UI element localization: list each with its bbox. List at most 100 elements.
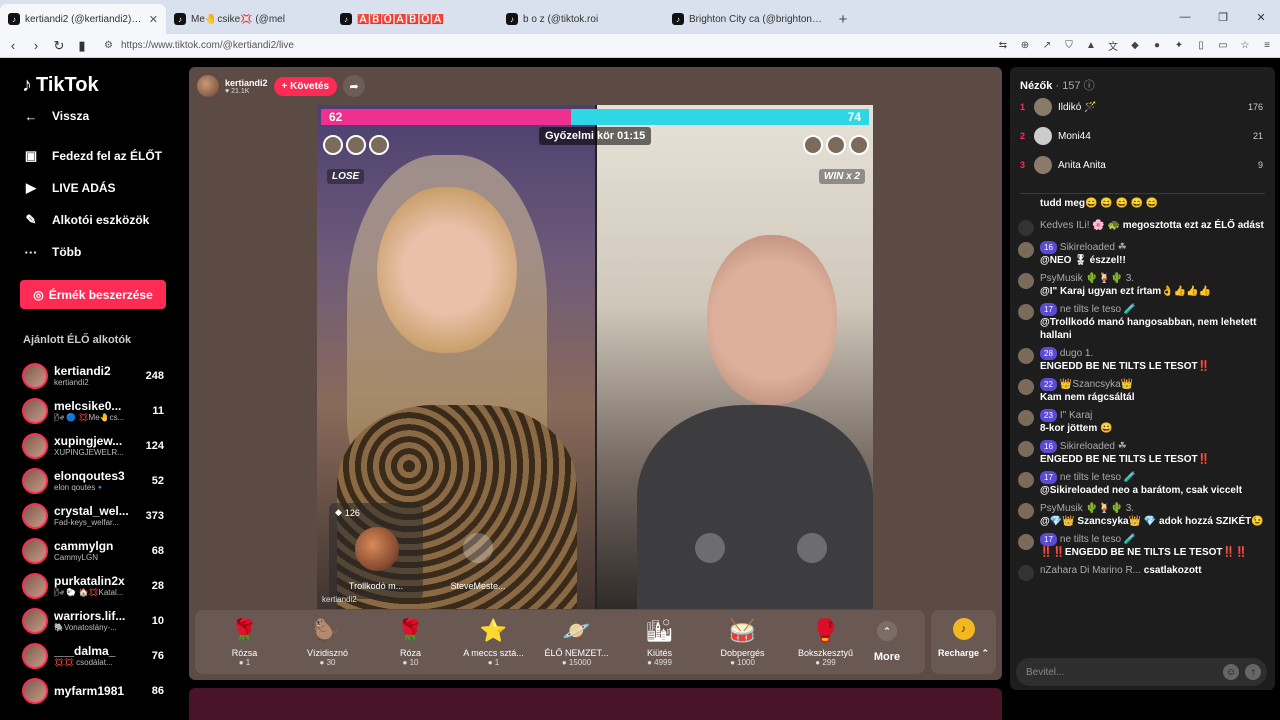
- cast-icon[interactable]: ⇆: [996, 38, 1010, 52]
- avatar[interactable]: [1018, 410, 1034, 426]
- zoom-icon[interactable]: ⊕: [1018, 38, 1032, 52]
- browser-tab[interactable]: ♪ Brighton City ca (@brighton.city) ÉLŐ: [664, 4, 830, 34]
- close-tab-icon[interactable]: ✕: [149, 13, 158, 26]
- next-live-preview[interactable]: [189, 688, 1002, 720]
- host-name[interactable]: kertiandi2: [225, 78, 268, 88]
- wallet-icon[interactable]: ▭: [1216, 38, 1230, 52]
- menu-icon[interactable]: ≡: [1260, 38, 1274, 52]
- message-user[interactable]: Sikireloaded ☘: [1060, 242, 1127, 253]
- site-settings-icon[interactable]: ⚙: [104, 40, 113, 51]
- message-user[interactable]: Sikireloaded ☘: [1060, 441, 1127, 452]
- message-user[interactable]: PsyMusik 🌵🍹🌵 3.: [1040, 273, 1134, 284]
- bookmark-icon[interactable]: ▮: [72, 38, 92, 54]
- host-avatar[interactable]: [197, 75, 219, 97]
- message-user[interactable]: PsyMusik 🌵🍹🌵 3.: [1040, 503, 1134, 514]
- recharge-button[interactable]: ♪ Recharge ⌃: [931, 610, 996, 674]
- help-icon[interactable]: ⓘ: [1084, 80, 1095, 92]
- avatar[interactable]: [803, 135, 823, 155]
- creator-item[interactable]: myfarm1981 86: [22, 673, 172, 708]
- avatar[interactable]: [1018, 304, 1034, 320]
- creator-item[interactable]: cammylgn CammyLGN 68: [22, 533, 172, 568]
- extension-icon[interactable]: ◆: [1128, 38, 1142, 52]
- guest-slot[interactable]: [765, 503, 859, 599]
- nav-explore-live[interactable]: ▣ Fedezd fel az ÉLŐT: [22, 140, 162, 172]
- chat-input[interactable]: Bevitel... ☺ ↑: [1016, 658, 1267, 686]
- avatar[interactable]: [826, 135, 846, 155]
- nav-creator-tools[interactable]: ✎ Alkotói eszközök: [22, 204, 162, 236]
- avatar[interactable]: [1018, 503, 1034, 519]
- creator-item[interactable]: crystal_wel... Fad-keys_welfar... 373: [22, 498, 172, 533]
- browser-tab[interactable]: ♪ Me🤚csike💢 (@mel: [166, 4, 332, 34]
- gift-item[interactable]: 🦫 Vízidisznó ● 30: [286, 618, 369, 667]
- translate-icon[interactable]: 文: [1106, 38, 1120, 53]
- follow-button[interactable]: + Követés: [273, 76, 338, 96]
- new-tab-button[interactable]: +: [830, 4, 856, 34]
- shield-icon[interactable]: ⛉: [1062, 38, 1076, 52]
- nav-live-stream[interactable]: ▶ LIVE ADÁS: [22, 172, 162, 204]
- share-icon[interactable]: ➦: [343, 75, 366, 97]
- guest-slot[interactable]: [663, 503, 757, 599]
- send-icon[interactable]: ↑: [1245, 664, 1261, 680]
- share-icon[interactable]: ↗: [1040, 38, 1054, 52]
- browser-tab[interactable]: ♪ b o z (@tiktok.roi: [498, 4, 664, 34]
- avatar[interactable]: [369, 135, 389, 155]
- gift-item[interactable]: 🌹 Róza ● 10: [369, 618, 452, 667]
- avatar[interactable]: [849, 135, 869, 155]
- triangle-icon[interactable]: ▲: [1084, 38, 1098, 52]
- message-user[interactable]: ᴨZahara Di Marino R...: [1040, 565, 1141, 576]
- message-user[interactable]: ne tilts le teso 🧪: [1060, 534, 1136, 545]
- emoji-icon[interactable]: ☺: [1223, 664, 1239, 680]
- get-coins-button[interactable]: ◎ Érmék beszerzése: [20, 280, 166, 309]
- top-viewer-row[interactable]: 1 Ildikó 🪄 176: [1020, 95, 1265, 119]
- close-window-icon[interactable]: ✕: [1242, 0, 1280, 34]
- browser-tab-active[interactable]: ♪ kertiandi2 (@kertiandi2) ÉLŐ ✕: [0, 4, 166, 34]
- avatar[interactable]: [1018, 273, 1034, 289]
- guest-tile[interactable]: SteveMeste...: [431, 503, 525, 599]
- guest-tile[interactable]: ◆ 126 Trollkodó m...: [329, 503, 423, 599]
- back-button[interactable]: ← Vissza: [22, 100, 90, 132]
- nav-more[interactable]: ··· Több: [22, 236, 162, 268]
- gift-item[interactable]: ⭐ A meccs sztá... ● 1: [452, 618, 535, 667]
- avatar[interactable]: [346, 135, 366, 155]
- creator-item[interactable]: kertiandi2 kertiandi2 248: [22, 358, 172, 393]
- restore-icon[interactable]: ❐: [1204, 0, 1242, 34]
- message-user[interactable]: dugo 1.: [1060, 348, 1093, 359]
- message-user[interactable]: ne tilts le teso 🧪: [1060, 472, 1136, 483]
- top-viewer-row[interactable]: 3 Anita Anita 9: [1020, 153, 1265, 177]
- minimize-icon[interactable]: —: [1166, 0, 1204, 34]
- avatar[interactable]: [1018, 441, 1034, 457]
- more-gifts-button[interactable]: ⌃ More: [867, 621, 907, 663]
- gift-item[interactable]: 🥁 Dobpergés ● 1000: [701, 618, 784, 667]
- creator-item[interactable]: purkatalin2x 🌬 🐑 🏠💢Katal... 28: [22, 568, 172, 603]
- creator-item[interactable]: ___dalma_ 💢💢 csodálat... 76: [22, 638, 172, 673]
- message-user[interactable]: 👑Szancsyka👑: [1060, 379, 1133, 390]
- creator-item[interactable]: warriors.lif... 🐘Vonatoslány-... 10: [22, 603, 172, 638]
- creator-item[interactable]: elonqoutes3 elon qoutes🔹 52: [22, 463, 172, 498]
- avatar[interactable]: [1018, 472, 1034, 488]
- tiktok-logo[interactable]: ♪ TikTok: [22, 74, 99, 97]
- browser-tab[interactable]: ♪ 🅰️🅱️🅾️🅰️🅱️🅾️🅰️: [332, 4, 498, 34]
- creator-item[interactable]: xupingjew... XUPINGJEWELR... 124: [22, 428, 172, 463]
- avatar[interactable]: [1018, 242, 1034, 258]
- gift-item[interactable]: 🥊 Bokszkesztyű ● 299: [784, 618, 867, 667]
- avatar[interactable]: [1018, 348, 1034, 364]
- reload-icon[interactable]: ↻: [49, 38, 69, 54]
- back-arrow-icon[interactable]: ‹: [3, 38, 23, 53]
- gift-item[interactable]: 🪐 ÉLŐ NEMZET... ● 15000: [535, 618, 618, 667]
- gift-item[interactable]: 🏙 Kiütés ● 4999: [618, 618, 701, 667]
- extension-icon[interactable]: ●: [1150, 38, 1164, 52]
- message-user[interactable]: ne tilts le teso 🧪: [1060, 304, 1136, 315]
- forward-arrow-icon[interactable]: ›: [26, 38, 46, 53]
- url-field[interactable]: ⚙ https://www.tiktok.com/@kertiandi2/liv…: [104, 37, 864, 55]
- puzzle-icon[interactable]: ✦: [1172, 38, 1186, 52]
- top-viewer-row[interactable]: 2 Moni44 21: [1020, 124, 1265, 148]
- gift-item[interactable]: 🌹 Rózsa ● 1: [203, 618, 286, 667]
- message-user[interactable]: Kedves ILi! 🌸 🐢: [1040, 220, 1120, 231]
- avatar[interactable]: [1018, 534, 1034, 550]
- star-icon[interactable]: ☆: [1238, 38, 1252, 52]
- avatar[interactable]: [323, 135, 343, 155]
- avatar[interactable]: [1018, 379, 1034, 395]
- message-user[interactable]: I" Karaj: [1060, 410, 1092, 421]
- sidebar-icon[interactable]: ▯: [1194, 38, 1208, 52]
- creator-item[interactable]: melcsike0... 🌬 🔵 💢Me🤚cs... 11: [22, 393, 172, 428]
